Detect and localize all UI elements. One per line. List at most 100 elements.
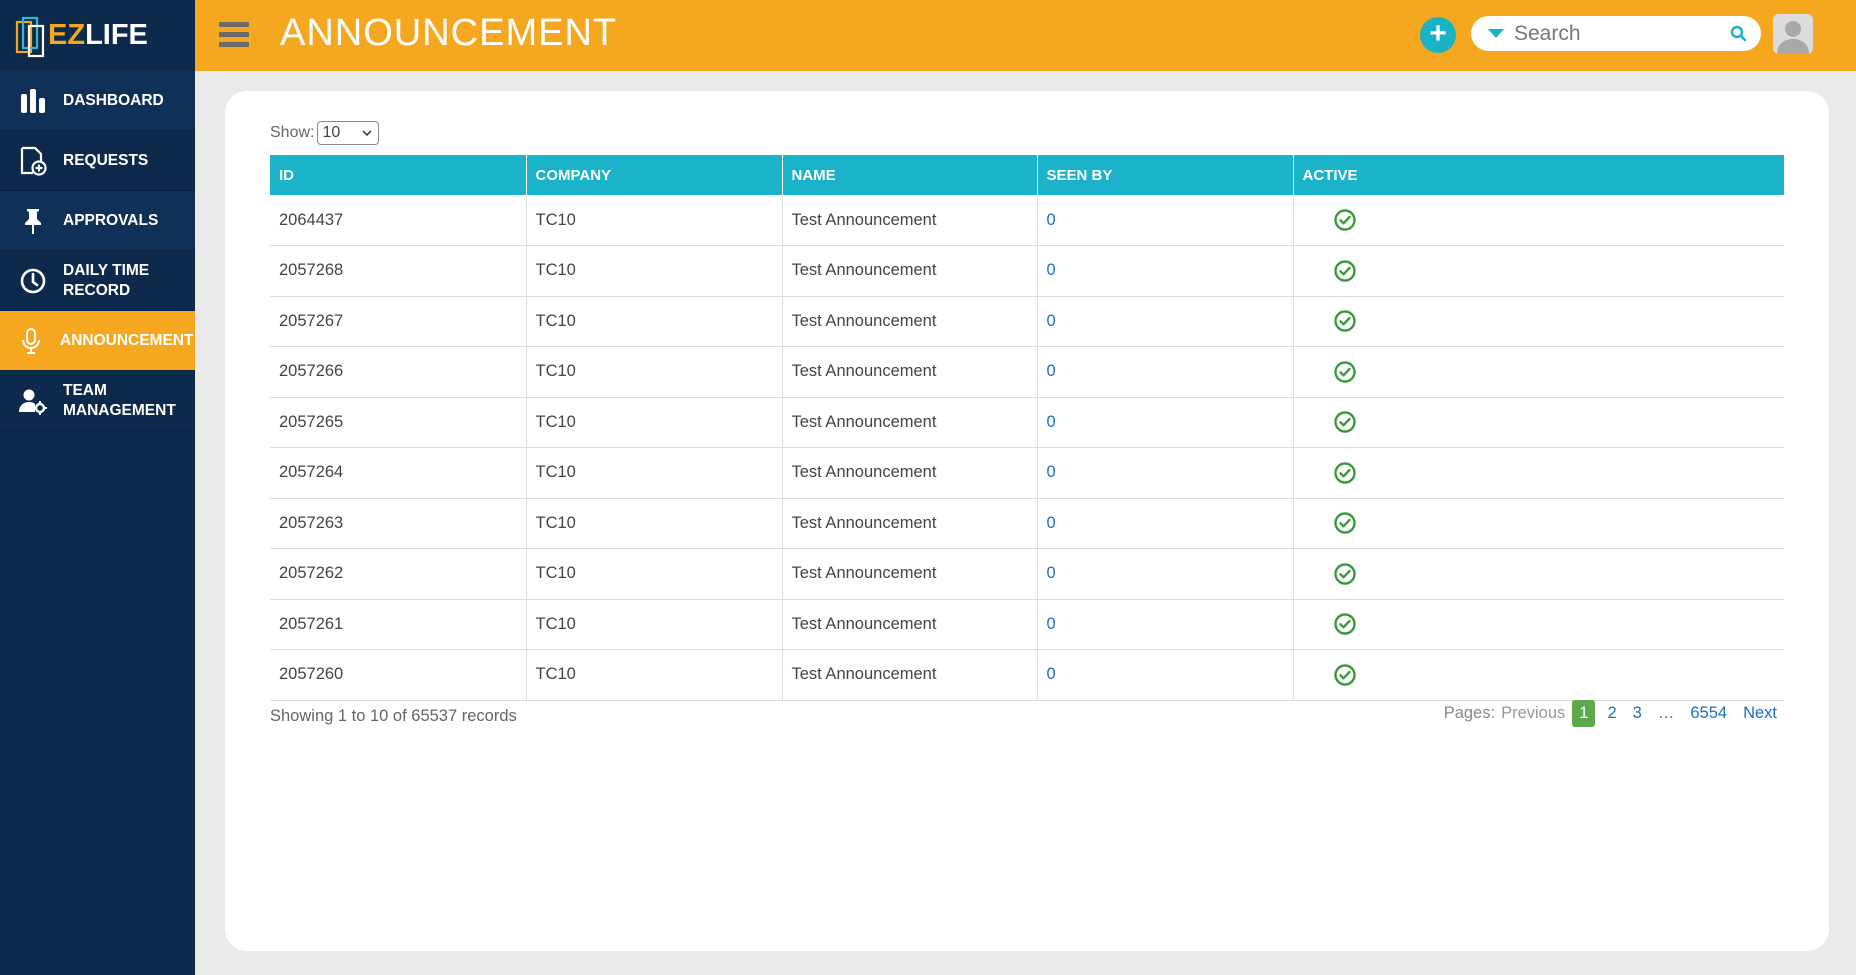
search-input[interactable]: [1514, 21, 1734, 46]
cell-seen-by[interactable]: 0: [1037, 649, 1294, 701]
cell-seen-by[interactable]: 0: [1037, 599, 1294, 650]
column-header-name[interactable]: NAME: [782, 155, 1038, 195]
cell-active: [1293, 498, 1784, 549]
check-circle-icon[interactable]: [1333, 612, 1357, 636]
cell-seen-by[interactable]: 0: [1037, 195, 1294, 246]
cell-seen-by[interactable]: 0: [1037, 296, 1294, 347]
avatar[interactable]: [1773, 14, 1813, 54]
table-row[interactable]: 2057261 TC10 Test Announcement 0: [270, 599, 1784, 650]
cell-name: Test Announcement: [782, 498, 1038, 549]
sidebar-item-dashboard[interactable]: DASHBOARD: [0, 71, 195, 131]
cell-company: TC10: [526, 548, 783, 600]
menu-toggle-icon[interactable]: [219, 22, 249, 48]
check-circle-icon[interactable]: [1333, 259, 1357, 283]
table-row[interactable]: 2057263 TC10 Test Announcement 0: [270, 498, 1784, 549]
check-circle-icon[interactable]: [1333, 511, 1357, 535]
cell-seen-by[interactable]: 0: [1037, 397, 1294, 448]
cell-id: 2057267: [270, 296, 527, 347]
table-row[interactable]: 2057268 TC10 Test Announcement 0: [270, 245, 1784, 297]
cell-seen-by[interactable]: 0: [1037, 447, 1294, 499]
show-label: Show:: [270, 124, 315, 141]
page-size-control: Show: 10: [270, 121, 380, 145]
announcement-table: ID COMPANY NAME SEEN BY ACTIVE 2064437 TC…: [270, 155, 1784, 701]
check-circle-icon[interactable]: [1333, 360, 1357, 384]
column-header-company[interactable]: COMPANY: [526, 155, 783, 195]
sidebar-item-requests[interactable]: REQUESTS: [0, 131, 195, 191]
cell-id: 2057268: [270, 245, 527, 297]
cell-seen-by[interactable]: 0: [1037, 498, 1294, 549]
table-header-row: ID COMPANY NAME SEEN BY ACTIVE: [270, 155, 1784, 195]
sidebar-item-label: ANNOUNCEMENT: [60, 331, 194, 349]
page-size-select[interactable]: 10: [317, 121, 380, 145]
sidebar-item-label: DASHBOARD: [63, 91, 164, 109]
pagination-ellipsis: …: [1657, 704, 1675, 722]
cell-seen-by[interactable]: 0: [1037, 548, 1294, 600]
microphone-icon: [16, 326, 46, 356]
cell-active: [1293, 599, 1784, 650]
pages-label: Pages:: [1443, 704, 1496, 722]
cell-name: Test Announcement: [782, 346, 1038, 398]
app-logo[interactable]: EZLIFE: [0, 0, 195, 71]
page-link-3[interactable]: 3: [1633, 704, 1642, 723]
cell-id: 2064437: [270, 195, 527, 246]
cell-company: TC10: [526, 599, 783, 650]
add-button[interactable]: +: [1420, 17, 1456, 53]
cell-company: TC10: [526, 447, 783, 499]
cell-seen-by[interactable]: 0: [1037, 245, 1294, 297]
top-header: ANNOUNCEMENT +: [195, 0, 1856, 71]
table-row[interactable]: 2057266 TC10 Test Announcement 0: [270, 346, 1784, 398]
records-summary: Showing 1 to 10 of 65537 records: [270, 707, 517, 725]
pagination: Pages: Previous 1 2 3 … 6554 Next: [1444, 700, 1777, 727]
column-header-id[interactable]: ID: [270, 155, 527, 195]
cell-name: Test Announcement: [782, 599, 1038, 650]
cell-id: 2057265: [270, 397, 527, 448]
table-row[interactable]: 2057260 TC10 Test Announcement 0: [270, 649, 1784, 701]
cell-active: [1293, 649, 1784, 701]
cell-active: [1293, 195, 1784, 246]
cell-company: TC10: [526, 498, 783, 549]
check-circle-icon[interactable]: [1333, 562, 1357, 586]
table-row[interactable]: 2057262 TC10 Test Announcement 0: [270, 548, 1784, 600]
cell-seen-by[interactable]: 0: [1037, 346, 1294, 398]
table-row[interactable]: 2064437 TC10 Test Announcement 0: [270, 195, 1784, 246]
cell-id: 2057263: [270, 498, 527, 549]
table-body: 2064437 TC10 Test Announcement 0 2057268 TC10…: [270, 195, 1784, 701]
next-page-link[interactable]: Next: [1743, 704, 1777, 723]
column-header-seen-by[interactable]: SEEN BY: [1037, 155, 1294, 195]
sidebar-item-daily-time-record[interactable]: DAILY TIME RECORD: [0, 251, 195, 311]
cell-name: Test Announcement: [782, 195, 1038, 246]
table-row[interactable]: 2057267 TC10 Test Announcement 0: [270, 296, 1784, 347]
check-circle-icon[interactable]: [1333, 309, 1357, 333]
user-gear-icon: [18, 386, 48, 416]
cell-company: TC10: [526, 346, 783, 398]
check-circle-icon[interactable]: [1333, 208, 1357, 232]
page-link-1[interactable]: 1: [1572, 700, 1596, 727]
previous-page-link[interactable]: Previous: [1501, 704, 1565, 723]
sidebar-item-approvals[interactable]: APPROVALS: [0, 191, 195, 251]
sidebar-item-label-line1: TEAM: [63, 381, 107, 399]
bar-chart-icon: [18, 86, 48, 116]
cell-name: Test Announcement: [782, 447, 1038, 499]
column-header-active[interactable]: ACTIVE: [1293, 155, 1784, 195]
cell-active: [1293, 245, 1784, 297]
check-circle-icon[interactable]: [1333, 663, 1357, 687]
sidebar-item-team-management[interactable]: TEAM MANAGEMENT: [0, 371, 195, 431]
page-link-last[interactable]: 6554: [1690, 704, 1727, 723]
search-icon[interactable]: [1730, 25, 1747, 42]
page-link-2[interactable]: 2: [1607, 704, 1616, 723]
chevron-down-icon: [362, 129, 373, 136]
table-row[interactable]: 2057264 TC10 Test Announcement 0: [270, 447, 1784, 499]
cell-name: Test Announcement: [782, 296, 1038, 347]
cell-active: [1293, 447, 1784, 499]
check-circle-icon[interactable]: [1333, 410, 1357, 434]
sidebar-item-label-line2: RECORD: [63, 281, 131, 299]
pin-icon: [18, 206, 48, 236]
table-row[interactable]: 2057265 TC10 Test Announcement 0: [270, 397, 1784, 448]
sidebar-item-label-line1: DAILY TIME: [63, 261, 150, 279]
cell-active: [1293, 397, 1784, 448]
search-filter-dropdown-icon[interactable]: [1488, 29, 1504, 38]
cell-id: 2057266: [270, 346, 527, 398]
check-circle-icon[interactable]: [1333, 461, 1357, 485]
sidebar-item-announcement[interactable]: ANNOUNCEMENT: [0, 311, 195, 371]
cell-id: 2057260: [270, 649, 527, 701]
